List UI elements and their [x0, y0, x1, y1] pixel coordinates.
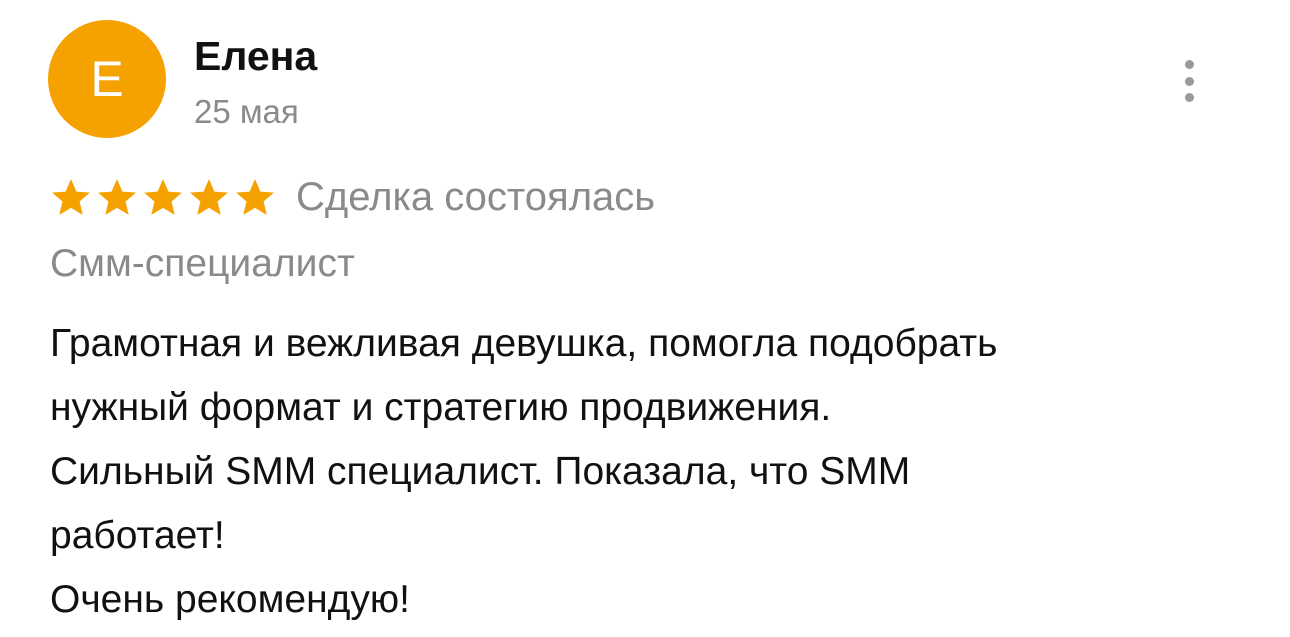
star-rating — [50, 176, 280, 218]
more-options-icon[interactable] — [1172, 56, 1206, 106]
avatar[interactable]: Е — [48, 20, 166, 138]
review-category: Смм-специалист — [50, 242, 355, 285]
review-text-line: Очень рекомендую! — [50, 578, 410, 621]
rating-row: Сделка состоялась — [50, 172, 655, 222]
more-dot — [1184, 93, 1194, 102]
star-icon — [188, 176, 230, 218]
review-text-line: работает! — [50, 514, 225, 557]
review-text-line: Сильный SMM специалист. Показала, что SM… — [50, 450, 911, 493]
star-icon — [142, 176, 184, 218]
deal-status: Сделка состоялась — [296, 175, 656, 219]
avatar-letter: Е — [90, 51, 124, 107]
review-text: Грамотная и вежливая девушка, помогла по… — [50, 312, 1250, 632]
author-name[interactable]: Елена — [194, 32, 317, 80]
star-icon — [96, 176, 138, 218]
review-text-line: Грамотная и вежливая девушка, помогла по… — [50, 322, 998, 365]
review-date: 25 мая — [194, 93, 299, 130]
more-dot — [1184, 60, 1194, 69]
review-text-line: нужный формат и стратегию продвижения. — [50, 386, 832, 429]
review-card: Е Елена 25 мая Сделка состоялась Смм-спе… — [0, 0, 1290, 637]
star-icon — [234, 176, 276, 218]
more-dot — [1184, 76, 1194, 86]
star-icon — [50, 176, 92, 218]
